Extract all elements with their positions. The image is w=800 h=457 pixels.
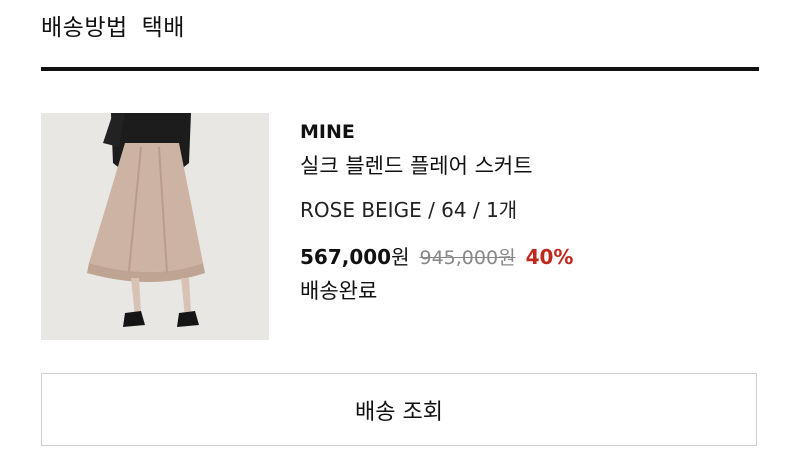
section-divider <box>41 67 759 71</box>
product-brand[interactable]: MINE <box>300 118 573 146</box>
track-delivery-button[interactable]: 배송 조회 <box>41 373 757 446</box>
delivery-status: 배송완료 <box>300 279 378 303</box>
discount-rate: 40% <box>525 245 574 269</box>
sale-price-amount: 567,000 <box>300 245 392 269</box>
shipping-method: 배송방법 택배 <box>41 10 185 46</box>
product-option: ROSE BEIGE / 64 / 1개 <box>300 198 518 222</box>
track-delivery-label: 배송 조회 <box>355 399 443 425</box>
skirt-photo-icon <box>41 113 269 340</box>
original-price: 945,000원 <box>419 247 516 269</box>
product-name[interactable]: 실크 블렌드 플레어 스커트 <box>300 151 573 181</box>
shipping-method-value: 택배 <box>141 15 185 41</box>
shipping-method-label: 배송방법 <box>41 15 128 41</box>
product-image[interactable] <box>41 113 269 340</box>
price-row: 567,000원 945,000원 40% <box>300 241 573 270</box>
product-info: MINE 실크 블렌드 플레어 스커트 ROSE BEIGE / 64 / 1개… <box>300 118 573 306</box>
sale-price: 567,000원 <box>300 241 410 270</box>
sale-price-unit: 원 <box>391 245 410 269</box>
